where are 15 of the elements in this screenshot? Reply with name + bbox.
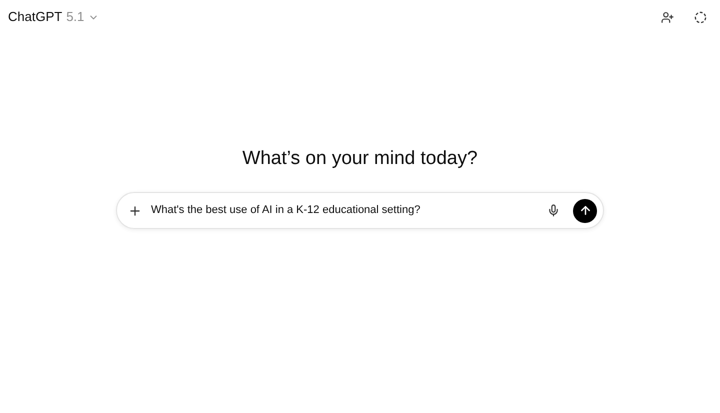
app-name: ChatGPT [8,8,62,26]
microphone-icon [547,204,560,217]
page-heading: What’s on your mind today? [241,147,479,171]
send-button[interactable] [573,198,597,222]
microphone-button[interactable] [546,203,561,218]
model-version: 5.1 [66,8,84,26]
dashed-circle-icon [694,10,707,24]
add-person-icon [661,10,674,24]
message-input[interactable]: What's the best use of AI in a K-12 educational setting? [151,202,538,219]
arrow-up-icon [578,204,592,217]
message-composer[interactable]: What's the best use of AI in a K-12 educational setting? [116,192,604,229]
plus-icon [128,204,142,218]
dashed-circle-button[interactable] [693,10,708,24]
add-person-button[interactable] [660,10,675,24]
model-selector[interactable]: ChatGPT 5.1 [8,7,100,27]
